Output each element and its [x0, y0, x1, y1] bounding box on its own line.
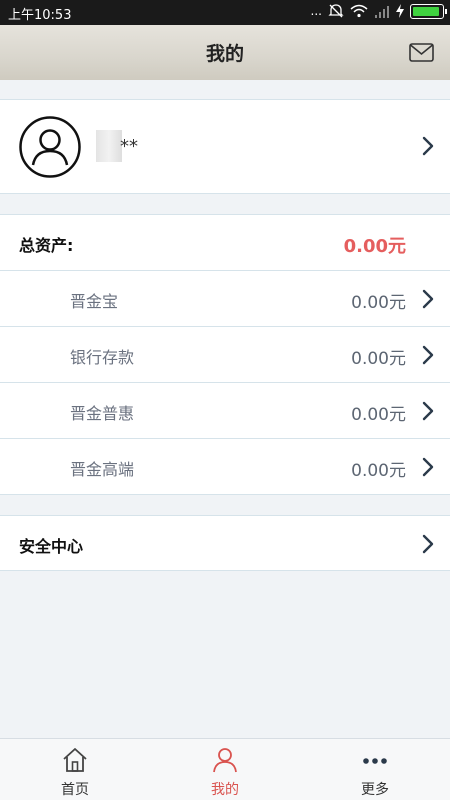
chevron-right-icon	[422, 457, 434, 477]
nav-label-more: 更多	[361, 782, 389, 798]
mute-icon	[328, 4, 344, 18]
assets-card: 总资产: 0.00元 晋金宝 0.00元 银行存款 0.00元 晋金普惠 0.0…	[0, 214, 450, 495]
chevron-right-icon	[422, 345, 434, 365]
nav-item-more[interactable]: 更多	[300, 739, 450, 800]
asset-label: 晋金普惠	[70, 404, 135, 423]
asset-value: 0.00元	[351, 405, 406, 425]
nav-label-mine: 我的	[211, 782, 239, 798]
asset-value: 0.00元	[351, 293, 406, 313]
total-assets-row: 总资产: 0.00元	[0, 215, 450, 271]
page-header: 我的	[0, 25, 450, 80]
charging-icon	[396, 4, 404, 18]
chevron-right-icon	[422, 401, 434, 421]
wifi-icon	[350, 4, 368, 18]
asset-row-bank-deposit[interactable]: 银行存款 0.00元	[0, 327, 450, 383]
status-time: 上午10:53	[8, 8, 72, 23]
avatar-icon	[19, 116, 81, 178]
mail-icon[interactable]	[409, 43, 434, 62]
asset-label: 银行存款	[70, 348, 135, 367]
nav-item-mine[interactable]: 我的	[150, 739, 300, 800]
total-assets-value: 0.00元	[343, 236, 406, 257]
asset-row-jinjin-puhui[interactable]: 晋金普惠 0.00元	[0, 383, 450, 439]
signal-icon	[375, 5, 389, 18]
username: **	[120, 136, 138, 157]
profile-card[interactable]: **	[0, 99, 450, 194]
security-center-row[interactable]: 安全中心	[0, 515, 450, 571]
more-icon	[363, 758, 387, 764]
username-masked-block	[96, 130, 122, 162]
battery-icon	[410, 3, 447, 19]
more-dots-text: ...	[310, 4, 322, 18]
bottom-nav: 首页 我的 更多	[0, 738, 450, 800]
nav-label-home: 首页	[61, 782, 89, 798]
page-title: 我的	[205, 43, 244, 65]
security-center-label: 安全中心	[19, 537, 84, 556]
asset-value: 0.00元	[351, 349, 406, 369]
asset-label: 晋金宝	[70, 292, 119, 311]
nav-item-home[interactable]: 首页	[0, 739, 150, 800]
asset-row-jinjin-high-end[interactable]: 晋金高端 0.00元	[0, 439, 450, 495]
user-icon	[213, 748, 237, 773]
asset-label: 晋金高端	[70, 460, 135, 479]
chevron-right-icon	[422, 534, 434, 554]
home-icon	[63, 748, 87, 772]
chevron-right-icon	[422, 136, 434, 156]
status-icons: ...	[310, 3, 447, 19]
asset-row-jinjinbao[interactable]: 晋金宝 0.00元	[0, 271, 450, 327]
asset-value: 0.00元	[351, 461, 406, 481]
status-bar: 上午10:53 ...	[0, 0, 450, 25]
chevron-right-icon	[422, 289, 434, 309]
total-assets-label: 总资产:	[19, 236, 74, 255]
